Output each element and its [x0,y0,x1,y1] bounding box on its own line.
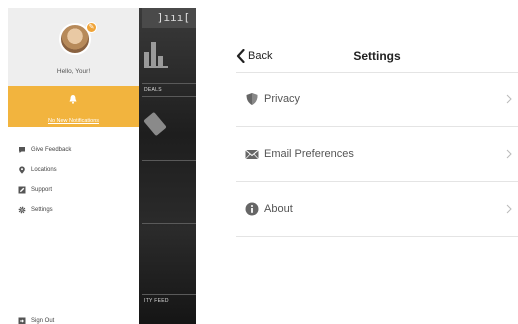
divider [142,96,196,97]
tag-icon [143,111,167,137]
menu-item-label: Support [31,187,53,193]
settings-row-label: Email Preferences [264,148,354,160]
notifications-link[interactable]: No New Notifications [8,118,139,124]
settings-row-email-preferences[interactable]: Email Preferences [236,127,518,182]
profile-header: ✎ Hello, Your! [8,8,139,86]
sign-out-icon [18,317,26,324]
chevron-right-icon [506,94,512,104]
info-icon [245,202,259,216]
shield-icon [246,93,258,105]
menu-item-label: Give Feedback [31,147,72,153]
settings-row-label: Privacy [264,93,301,105]
divider [142,83,196,84]
settings-row-label: About [264,203,293,215]
sign-out-label: Sign Out [31,318,55,324]
gear-icon [18,206,26,214]
divider [142,294,196,295]
menu-item-label: Locations [31,167,57,173]
menu-item-locations[interactable]: Locations [18,164,133,176]
envelope-icon [245,149,259,160]
notifications-banner: No New Notifications [8,86,139,127]
divider [142,160,196,161]
chat-bubble-icon [19,147,25,153]
chevron-right-icon [506,149,512,159]
app-top-bar: ]ııı[ [142,8,196,28]
menu-item-label: Settings [31,207,53,213]
bell-icon [69,95,77,104]
menu-item-give-feedback[interactable]: Give Feedback [18,144,133,156]
chevron-right-icon [506,204,512,214]
barcode-scanner-icon[interactable]: ]ııı[ [157,11,190,24]
pencil-icon [18,186,26,194]
side-drawer: ✎ Hello, Your! No New Notifications Give… [8,8,139,324]
page-title: Settings [353,49,401,63]
settings-screen: Back Settings Privacy Email Preferences [236,40,518,250]
divider [142,223,196,224]
settings-row-privacy[interactable]: Privacy [236,72,518,127]
sign-out-button[interactable]: Sign Out [18,316,54,324]
deals-tab-label[interactable]: DEALS [144,87,162,93]
bar-chart-icon [144,42,168,68]
menu-drawer-screen: ]ııı[ DEALS ITY FEED ✎ Hello, Your! No N… [8,8,196,324]
edit-avatar-icon[interactable]: ✎ [86,22,97,33]
navigation-bar: Back Settings [236,40,518,73]
map-pin-icon [19,166,25,174]
menu-item-support[interactable]: Support [18,184,133,196]
activity-feed-tab-label[interactable]: ITY FEED [144,298,169,304]
settings-row-about[interactable]: About [236,182,518,237]
menu-item-settings[interactable]: Settings [18,204,133,216]
greeting-text: Hello, Your! [56,68,91,75]
